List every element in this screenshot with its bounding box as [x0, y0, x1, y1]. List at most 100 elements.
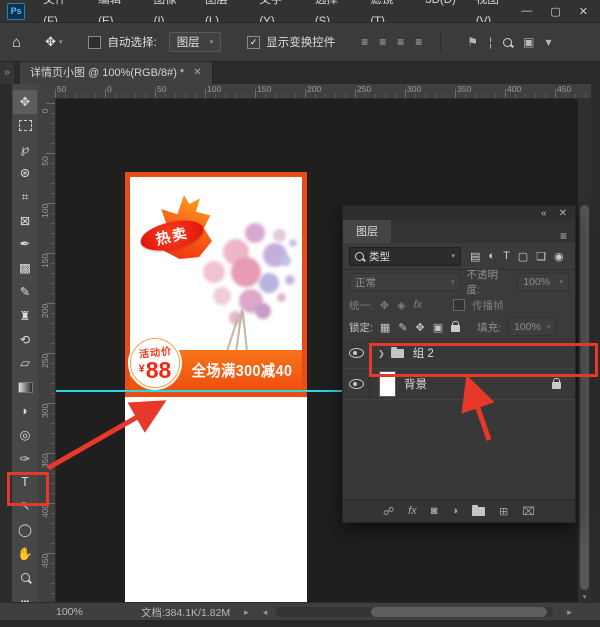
vertical-ruler[interactable]: 050100150200250300350400450: [38, 98, 56, 602]
maximize-button[interactable]: ▢: [550, 5, 560, 18]
flower-blob: [259, 273, 279, 293]
tab-close-icon[interactable]: ✕: [193, 67, 201, 78]
zoom-level[interactable]: 100%: [56, 606, 83, 618]
flower-blob: [273, 229, 286, 242]
layer-row-group-2[interactable]: ❯ 组 2: [343, 338, 575, 369]
show-transform-checkbox[interactable]: ✓: [247, 36, 260, 49]
propagate-checkbox[interactable]: [453, 299, 465, 311]
pen-tool[interactable]: ✑: [13, 447, 37, 471]
eyedropper-tool[interactable]: ✒: [13, 233, 37, 257]
expand-chevron-icon[interactable]: ❯: [378, 349, 385, 358]
marquee-tool[interactable]: [13, 114, 37, 138]
close-button[interactable]: ✕: [579, 5, 588, 18]
vertical-scroll-thumb[interactable]: [580, 205, 589, 590]
lock-artboard-icon[interactable]: ▣: [433, 321, 443, 334]
smart-object-filter-icon[interactable]: ❏: [536, 250, 546, 263]
pixel-filter-icon[interactable]: ▤: [470, 250, 480, 263]
adjustment-filter-icon[interactable]: ◐: [488, 250, 495, 262]
toggle-mark-icon[interactable]: ¦: [489, 35, 492, 49]
history-brush-tool[interactable]: ⟲: [13, 328, 37, 352]
delete-layer-icon[interactable]: ⌧: [522, 505, 535, 518]
crop-tool[interactable]: ⌗: [13, 185, 37, 209]
bottom-edge-strip: [0, 620, 600, 627]
healing-brush-tool[interactable]: ▩: [13, 257, 37, 281]
layer-style-icon[interactable]: fx: [408, 505, 417, 517]
gradient-tool[interactable]: [13, 376, 37, 400]
layer-name[interactable]: 组 2: [413, 345, 434, 361]
layer-thumbnail[interactable]: [380, 372, 395, 396]
guide-line[interactable]: [55, 390, 343, 392]
ruler-label: 300: [407, 84, 421, 94]
flower-blob: [285, 275, 295, 285]
path-select-tool[interactable]: ↖: [13, 495, 37, 519]
frame-tool[interactable]: ⊠: [13, 209, 37, 233]
ruler-label: 400: [40, 504, 50, 518]
marquee-icon: [19, 120, 32, 131]
status-popup-icon[interactable]: ▸: [244, 607, 249, 618]
home-icon[interactable]: ⌂: [12, 34, 21, 51]
lock-transparency-icon[interactable]: ▦: [380, 321, 390, 334]
new-adjustment-icon[interactable]: ◑: [451, 505, 458, 517]
workspace-icon[interactable]: ▣: [523, 35, 534, 49]
eraser-tool[interactable]: ▱: [13, 352, 37, 376]
panel-collapse-icon[interactable]: «: [541, 208, 547, 219]
unify-visibility-icon[interactable]: ◈: [397, 299, 405, 312]
distribute-center-icon[interactable]: ≡: [415, 35, 422, 49]
lasso-tool[interactable]: ℘: [13, 138, 37, 162]
document-canvas[interactable]: 热卖 活动价 ¥88 全场满300减40: [125, 172, 307, 602]
shape-filter-icon[interactable]: ▢: [518, 250, 528, 263]
filter-toggle[interactable]: ◉: [554, 250, 564, 263]
chevron-down-icon[interactable]: ▾: [546, 35, 552, 49]
target-dropdown[interactable]: 图层 ▾: [169, 32, 222, 52]
move-tool[interactable]: ✥: [13, 90, 37, 114]
dodge-tool[interactable]: ◎: [13, 423, 37, 447]
link-layers-icon[interactable]: ☍: [383, 505, 394, 518]
layer-row-background[interactable]: 背景: [343, 369, 575, 400]
unify-position-icon[interactable]: ✥: [380, 299, 389, 312]
minimize-button[interactable]: —: [521, 5, 532, 18]
search-icon[interactable]: [503, 38, 512, 47]
hand-tool[interactable]: ✋: [13, 542, 37, 566]
scroll-right-icon[interactable]: ▸: [567, 607, 572, 618]
horizontal-scroll-thumb[interactable]: [371, 607, 547, 617]
blend-mode-dropdown[interactable]: 正常 ▾: [349, 273, 461, 291]
align-right-icon[interactable]: ≡: [397, 35, 404, 49]
lock-all-icon[interactable]: [451, 325, 460, 332]
new-group-icon[interactable]: [472, 507, 485, 516]
collapse-panels-icon[interactable]: »: [0, 60, 14, 84]
move-tool-preset[interactable]: ✥ ▾: [45, 34, 62, 50]
lock-pixels-icon[interactable]: ✎: [398, 321, 407, 334]
clone-stamp-tool[interactable]: ♜: [13, 304, 37, 328]
vertical-scrollbar[interactable]: ▾: [578, 98, 591, 602]
document-tab[interactable]: 详情页小图 @ 100%(RGB/8#) * ✕: [20, 60, 213, 84]
layer-name[interactable]: 背景: [404, 376, 427, 392]
auto-select-checkbox[interactable]: [88, 36, 101, 49]
visibility-toggle[interactable]: [343, 338, 370, 368]
tab-layers[interactable]: 图层: [343, 220, 391, 243]
photoshop-window: Ps 文件(F)编辑(E)图像(I)图层(L)文字(Y)选择(S)滤镜(T)3D…: [0, 0, 600, 627]
new-layer-icon[interactable]: ⊞: [499, 505, 508, 518]
type-tool[interactable]: T: [13, 471, 37, 495]
panel-close-icon[interactable]: ✕: [559, 208, 567, 219]
scroll-down-icon[interactable]: ▾: [578, 593, 591, 601]
horizontal-ruler[interactable]: 50050100150200250300350400450: [38, 84, 591, 99]
filter-type-dropdown[interactable]: 类型 ▾: [349, 247, 461, 266]
zoom-tool[interactable]: [13, 566, 37, 590]
blur-tool[interactable]: ◗: [13, 399, 37, 423]
shape-tool[interactable]: ◯: [13, 518, 37, 542]
align-center-icon[interactable]: ≡: [379, 35, 386, 49]
visibility-toggle[interactable]: [343, 369, 370, 399]
lock-position-icon[interactable]: ✥: [416, 321, 425, 334]
add-mask-icon[interactable]: ◙: [431, 505, 438, 517]
align-left-icon[interactable]: ≡: [361, 35, 368, 49]
panel-menu-icon[interactable]: ≡: [560, 229, 575, 243]
type-filter-icon[interactable]: T: [503, 250, 510, 262]
horizontal-scrollbar[interactable]: [275, 607, 553, 617]
fill-dropdown[interactable]: 100% ▾: [508, 318, 556, 336]
unify-style-icon[interactable]: fx: [414, 299, 423, 311]
brush-tool[interactable]: ✎: [13, 280, 37, 304]
opacity-dropdown[interactable]: 100% ▾: [517, 273, 569, 291]
quick-select-tool[interactable]: ⊛: [13, 161, 37, 185]
scroll-left-icon[interactable]: ◂: [263, 607, 268, 618]
ruler-tool-icon[interactable]: ⚑: [467, 35, 478, 49]
